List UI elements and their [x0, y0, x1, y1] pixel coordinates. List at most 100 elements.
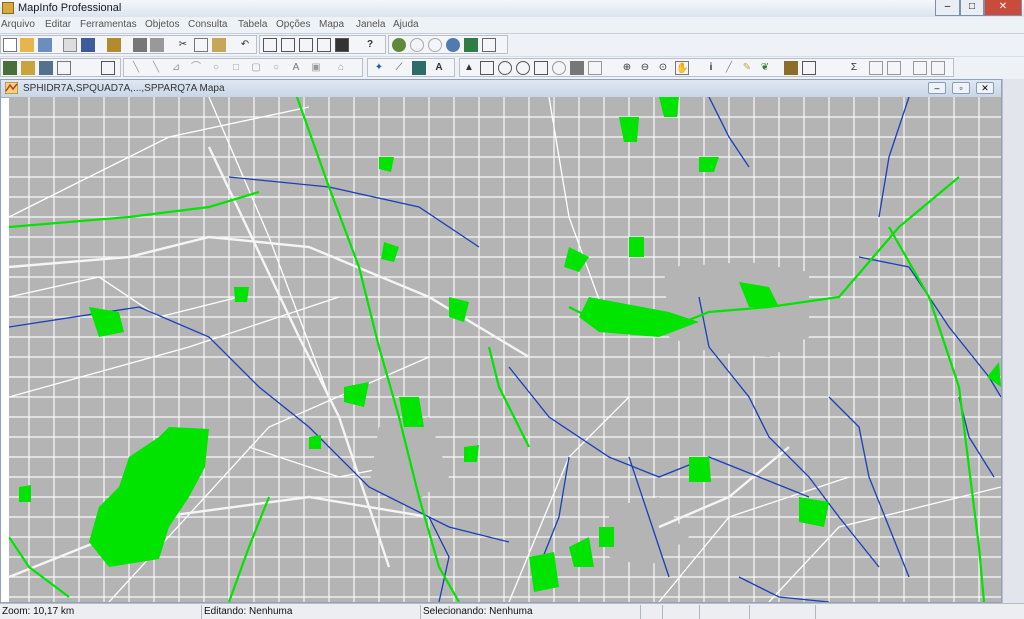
- new-grapher-icon[interactable]: [299, 38, 313, 52]
- graph-select-icon[interactable]: [869, 61, 883, 75]
- text-tool-icon[interactable]: A: [289, 61, 303, 75]
- menu-mapa[interactable]: Mapa: [319, 19, 344, 30]
- layer-control-icon[interactable]: [784, 61, 798, 75]
- reshape-icon[interactable]: [101, 61, 115, 75]
- menu-ferramentas[interactable]: Ferramentas: [80, 19, 137, 30]
- drag-map-icon[interactable]: [913, 61, 927, 75]
- arc-icon[interactable]: ⌒: [189, 61, 203, 75]
- toggle-icon[interactable]: [410, 38, 424, 52]
- copy-icon[interactable]: [194, 38, 208, 52]
- ellipse-icon[interactable]: ○: [209, 61, 223, 75]
- menu-tabela[interactable]: Tabela: [238, 19, 267, 30]
- label-tool-icon[interactable]: ✦: [372, 61, 386, 75]
- park: [799, 497, 829, 527]
- park: [599, 527, 614, 547]
- new-doc-icon[interactable]: [3, 38, 17, 52]
- close-button[interactable]: ✕: [984, 0, 1022, 16]
- toolbar-group-draw: ╲ ╲ ⊿ ⌒ ○ □ ▢ ○ A ▣ ⌂: [123, 58, 363, 77]
- zoom-out-icon[interactable]: ⊖: [638, 61, 652, 75]
- app-title: MapInfo Professional: [18, 2, 122, 14]
- label-style-icon[interactable]: A: [432, 61, 446, 75]
- arrow-circle-icon[interactable]: [428, 38, 442, 52]
- print-icon[interactable]: [133, 38, 147, 52]
- print-preview-icon[interactable]: [150, 38, 164, 52]
- open-folder-icon[interactable]: [20, 38, 34, 52]
- symbol-style-icon[interactable]: [3, 61, 17, 75]
- help-pointer-icon[interactable]: ?: [363, 38, 377, 52]
- menu-consulta[interactable]: Consulta: [188, 19, 227, 30]
- map-restore-button[interactable]: ▫: [952, 82, 970, 94]
- save-copy-icon[interactable]: [107, 38, 121, 52]
- toolbar-group-main: ▲ ⊕ ⊖ ⊙ ✋ i ╱ ✎ ❦ Σ: [459, 58, 954, 77]
- menu-bar: Arquivo Editar Ferramentas Objetos Consu…: [0, 17, 1024, 34]
- hotlink-icon[interactable]: [392, 38, 406, 52]
- boundary-select-icon[interactable]: [552, 61, 566, 75]
- cut-icon[interactable]: ✂: [176, 38, 190, 52]
- map-label-icon[interactable]: [412, 61, 426, 75]
- cosmetic-icon[interactable]: [887, 61, 901, 75]
- menu-ajuda[interactable]: Ajuda: [393, 19, 419, 30]
- add-node-icon[interactable]: ⌂: [334, 61, 348, 75]
- maximize-button[interactable]: □: [960, 0, 984, 16]
- save-icon[interactable]: [81, 38, 95, 52]
- line-icon[interactable]: ╲: [149, 61, 163, 75]
- pointer-icon[interactable]: ▲: [462, 61, 476, 75]
- map-minimize-button[interactable]: –: [928, 82, 946, 94]
- region-style-icon[interactable]: [39, 61, 53, 75]
- info-icon[interactable]: i: [704, 61, 718, 75]
- status-selecting[interactable]: Selecionando: Nenhuma: [421, 605, 641, 619]
- new-mapper-icon[interactable]: [281, 38, 295, 52]
- menu-opcoes[interactable]: Opções: [276, 19, 310, 30]
- select-icon[interactable]: [480, 61, 494, 75]
- invert-select-icon[interactable]: [588, 61, 602, 75]
- text-style-icon[interactable]: [57, 61, 71, 75]
- undo-icon[interactable]: ↶: [238, 38, 252, 52]
- octagon-icon[interactable]: ○: [269, 61, 283, 75]
- menu-arquivo[interactable]: Arquivo: [1, 19, 35, 30]
- status-zoom[interactable]: Zoom: 10,17 km: [0, 605, 202, 619]
- menu-janela[interactable]: Janela: [356, 19, 385, 30]
- new-browser-icon[interactable]: [263, 38, 277, 52]
- rounded-rect-icon[interactable]: ▢: [249, 61, 263, 75]
- radius-select-icon[interactable]: [516, 61, 530, 75]
- map-close-button[interactable]: ✕: [976, 82, 994, 94]
- grabber-icon[interactable]: ✋: [675, 61, 689, 75]
- mapinfo-app-icon: [2, 2, 14, 14]
- toolbar-group-file: ✂ ↶: [0, 35, 257, 54]
- rectangle-icon[interactable]: □: [229, 61, 243, 75]
- zoom-in-icon[interactable]: ⊕: [620, 61, 634, 75]
- ruler-icon[interactable]: ╱: [722, 61, 736, 75]
- polyline-icon[interactable]: ╲: [129, 61, 143, 75]
- change-view-icon[interactable]: ⊙: [656, 61, 670, 75]
- globe-icon[interactable]: [446, 38, 460, 52]
- toolbar-standard: ✂ ↶ ?: [0, 34, 1024, 56]
- map-svg[interactable]: [9, 97, 1001, 602]
- statistics-icon[interactable]: [931, 61, 945, 75]
- open-workspace-icon[interactable]: [38, 38, 52, 52]
- polygon-select-icon[interactable]: [534, 61, 548, 75]
- unselect-icon[interactable]: [570, 61, 584, 75]
- paste-icon[interactable]: [212, 38, 226, 52]
- frame-icon[interactable]: ▣: [309, 61, 323, 75]
- new-layout-icon[interactable]: [317, 38, 331, 52]
- label-icon[interactable]: ✎: [740, 61, 754, 75]
- close-icon[interactable]: [63, 38, 77, 52]
- park: [234, 287, 249, 302]
- status-editing[interactable]: Editando: Nenhuma: [202, 605, 421, 619]
- marquee-icon[interactable]: [498, 61, 512, 75]
- minimize-button[interactable]: –: [935, 0, 960, 16]
- line-style-icon[interactable]: [21, 61, 35, 75]
- polygon-icon[interactable]: ⊿: [169, 61, 183, 75]
- new-redistrict-icon[interactable]: [335, 38, 349, 52]
- hotlink-tool-icon[interactable]: ❦: [758, 61, 772, 75]
- legend-icon[interactable]: [482, 38, 496, 52]
- sum-icon[interactable]: Σ: [847, 61, 861, 75]
- menu-objetos[interactable]: Objetos: [145, 19, 179, 30]
- menu-editar[interactable]: Editar: [45, 19, 71, 30]
- map-canvas[interactable]: [9, 97, 1001, 602]
- layer-icon[interactable]: [464, 38, 478, 52]
- status-empty-3: [700, 605, 750, 619]
- drag-line-icon[interactable]: ⟋: [392, 61, 406, 75]
- legend-view-icon[interactable]: [802, 61, 816, 75]
- park: [309, 435, 321, 449]
